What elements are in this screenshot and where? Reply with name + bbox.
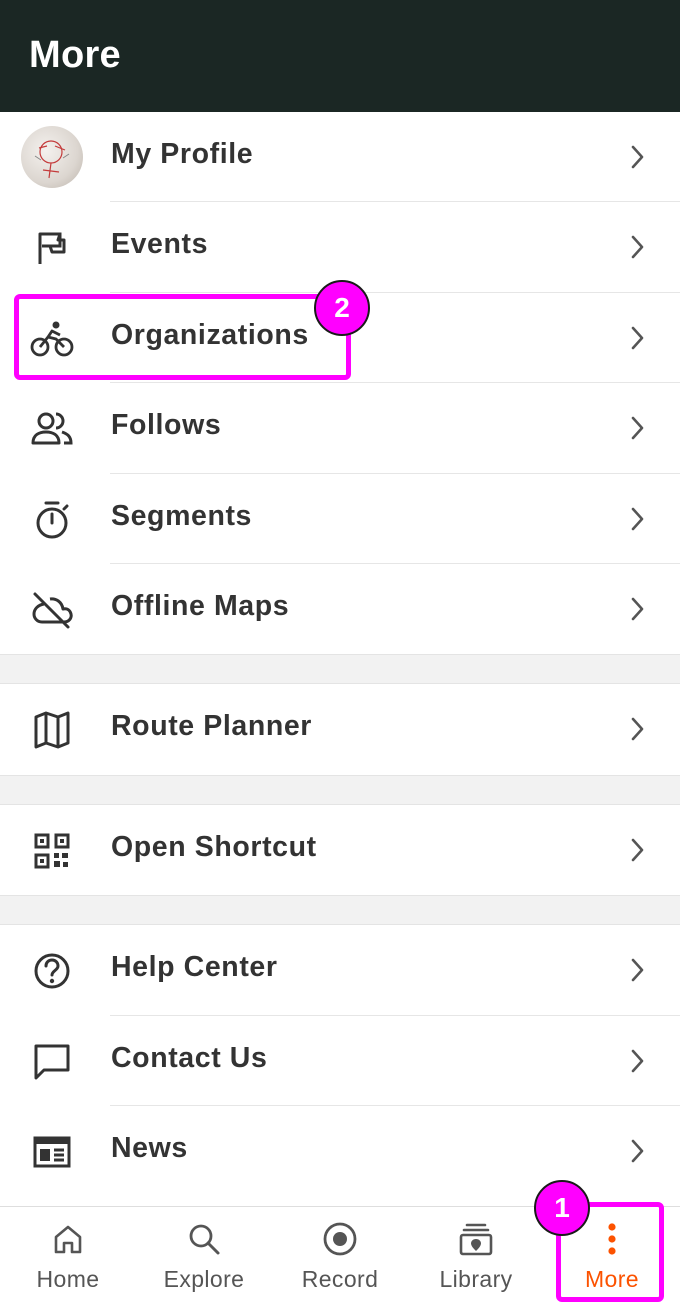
- search-icon: [189, 1224, 220, 1255]
- record-icon: [323, 1222, 357, 1256]
- menu-item-label: News: [111, 1131, 188, 1164]
- menu-item-label: My Profile: [111, 138, 254, 170]
- chevron-right-icon: [631, 507, 644, 530]
- annotation-badge-1: 1: [534, 1180, 590, 1236]
- chevron-right-icon: [631, 838, 644, 862]
- highlight-organizations: [14, 294, 351, 380]
- menu-group-account: My Profile Events Organizations Follows …: [0, 112, 680, 655]
- avatar: [21, 126, 83, 188]
- qr-code-icon: [30, 829, 74, 873]
- section-gap: [0, 654, 680, 685]
- chevron-right-icon: [631, 145, 644, 169]
- nav-label: Library: [439, 1266, 513, 1292]
- chevron-right-icon: [631, 326, 644, 350]
- menu-item-news[interactable]: News: [0, 1106, 680, 1196]
- menu-group-shortcut: Open Shortcut: [0, 804, 680, 896]
- cloud-off-icon: [30, 588, 74, 632]
- menu-item-offline-maps[interactable]: Offline Maps: [0, 564, 680, 654]
- menu-item-open-shortcut[interactable]: Open Shortcut: [0, 805, 680, 895]
- section-gap: [0, 895, 680, 926]
- menu-item-contact-us[interactable]: Contact Us: [0, 1016, 680, 1106]
- stopwatch-icon: [30, 498, 74, 542]
- home-icon: [54, 1225, 82, 1254]
- menu-item-follows[interactable]: Follows: [0, 383, 680, 474]
- nav-record[interactable]: Record: [272, 1207, 408, 1305]
- section-gap: [0, 774, 680, 805]
- flag-icon: [30, 226, 74, 270]
- chat-bubble-icon: [30, 1040, 74, 1084]
- nav-label: Record: [301, 1266, 379, 1292]
- menu-item-label: Route Planner: [111, 710, 312, 743]
- nav-label: Explore: [163, 1266, 245, 1292]
- menu-group-routes: Route Planner: [0, 684, 680, 775]
- menu-item-label: Help Center: [111, 951, 278, 984]
- menu-item-route-planner[interactable]: Route Planner: [0, 684, 680, 774]
- menu-item-label: Follows: [111, 409, 222, 442]
- chevron-right-icon: [631, 1139, 644, 1163]
- menu-item-label: Events: [111, 228, 209, 261]
- app-bar: More: [0, 0, 680, 112]
- chevron-right-icon: [631, 1049, 644, 1072]
- chevron-right-icon: [631, 236, 644, 259]
- menu-item-label: Segments: [111, 499, 253, 532]
- nav-label: Home: [36, 1266, 100, 1292]
- chevron-right-icon: [631, 718, 644, 741]
- page-title: More: [29, 34, 121, 76]
- library-icon: [459, 1223, 493, 1256]
- nav-explore[interactable]: Explore: [136, 1207, 272, 1305]
- chevron-right-icon: [631, 416, 644, 440]
- nav-home[interactable]: Home: [0, 1207, 136, 1305]
- menu-item-label: Offline Maps: [111, 589, 290, 622]
- menu-item-my-profile[interactable]: My Profile: [0, 112, 680, 203]
- chevron-right-icon: [631, 958, 644, 982]
- menu-item-label: Contact Us: [111, 1041, 268, 1074]
- menu-item-help-center[interactable]: Help Center: [0, 925, 680, 1016]
- help-circle-icon: [30, 949, 74, 993]
- menu-group-support: Help Center Contact Us News: [0, 925, 680, 1197]
- newspaper-icon: [30, 1130, 74, 1174]
- chevron-right-icon: [631, 597, 644, 621]
- nav-library[interactable]: Library: [408, 1207, 544, 1305]
- annotation-badge-2: 2: [314, 280, 370, 336]
- menu-item-label: Open Shortcut: [111, 830, 317, 863]
- map-icon: [30, 708, 74, 752]
- more-menu: My Profile Events Organizations Follows …: [0, 112, 680, 1197]
- people-icon: [30, 407, 74, 451]
- menu-item-segments[interactable]: Segments: [0, 474, 680, 564]
